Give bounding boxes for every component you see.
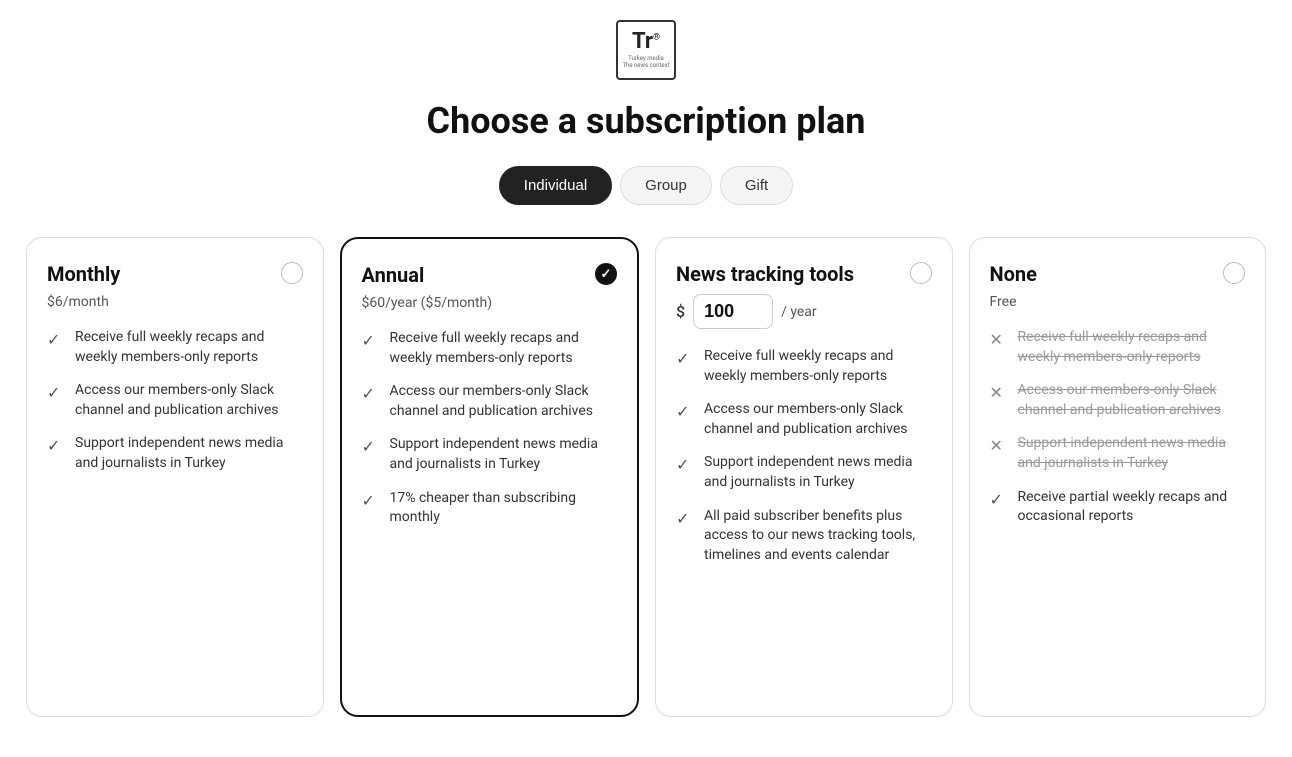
plan-annual-price: $60/year ($5/month) [362,295,618,311]
list-item: ✓ Receive partial weekly recaps and occa… [990,488,1246,527]
list-item: ✕ Access our members-only Slack channel … [990,381,1246,420]
page-title: Choose a subscription plan [427,100,866,142]
tab-gift[interactable]: Gift [720,166,793,205]
list-item: ✓ All paid subscriber benefits plus acce… [676,507,932,566]
list-item: ✓ Access our members-only Slack channel … [362,382,618,421]
feature-text: Access our members-only Slack channel an… [75,381,303,420]
plan-news-tracking-price-input: $ / year [676,294,932,329]
tab-group: Individual Group Gift [499,166,793,205]
feature-text: Receive full weekly recaps and weekly me… [704,347,932,386]
plan-none[interactable]: None Free ✕ Receive full weekly recaps a… [969,237,1267,717]
plan-monthly-price: $6/month [47,294,303,310]
list-item: ✓ 17% cheaper than subscribing monthly [362,489,618,528]
feature-text: Support independent news media and journ… [704,453,932,492]
check-icon: ✓ [990,489,1008,507]
logo-subtitle: Turkey mediaThe news context [622,55,669,69]
check-icon: ✓ [47,329,65,347]
feature-text: Receive full weekly recaps and weekly me… [1018,328,1246,367]
tab-group[interactable]: Group [620,166,712,205]
plan-monthly-header: Monthly [47,262,303,286]
price-period: / year [781,304,817,320]
plan-none-name: None [990,262,1037,286]
feature-text: Receive partial weekly recaps and occasi… [1018,488,1246,527]
check-icon: ✓ [362,490,380,508]
plan-annual-features: ✓ Receive full weekly recaps and weekly … [362,329,618,528]
plan-none-header: None [990,262,1246,286]
plan-annual-name: Annual [362,263,425,287]
logo-text: Tr® [632,31,660,53]
plan-none-radio[interactable] [1223,262,1245,284]
list-item: ✓ Support independent news media and jou… [676,453,932,492]
plan-monthly-radio[interactable] [281,262,303,284]
price-symbol: $ [676,302,685,321]
plan-annual-radio[interactable] [595,263,617,285]
feature-text: Access our members-only Slack channel an… [390,382,618,421]
plan-annual-header: Annual [362,263,618,287]
feature-text: All paid subscriber benefits plus access… [704,507,932,566]
list-item: ✓ Support independent news media and jou… [362,435,618,474]
list-item: ✓ Receive full weekly recaps and weekly … [362,329,618,368]
list-item: ✓ Support independent news media and jou… [47,434,303,473]
check-icon: ✓ [362,436,380,454]
plan-none-price: Free [990,294,1246,310]
feature-text: Access our members-only Slack channel an… [1018,381,1246,420]
check-icon: ✓ [676,348,694,366]
plan-news-tracking-name: News tracking tools [676,262,854,286]
plan-news-tracking-radio[interactable] [910,262,932,284]
plan-news-tracking[interactable]: News tracking tools $ / year ✓ Receive f… [655,237,953,717]
plans-grid: Monthly $6/month ✓ Receive full weekly r… [26,237,1266,717]
check-icon: ✓ [676,454,694,472]
check-icon: ✓ [362,383,380,401]
logo-container: Tr® Turkey mediaThe news context [616,20,676,80]
list-item: ✓ Access our members-only Slack channel … [47,381,303,420]
feature-text: Receive full weekly recaps and weekly me… [390,329,618,368]
x-icon: ✕ [990,382,1008,400]
logo-box: Tr® Turkey mediaThe news context [616,20,676,80]
check-icon: ✓ [47,382,65,400]
feature-text: Receive full weekly recaps and weekly me… [75,328,303,367]
price-input-field[interactable] [693,294,773,329]
plan-monthly-features: ✓ Receive full weekly recaps and weekly … [47,328,303,474]
list-item: ✕ Support independent news media and jou… [990,434,1246,473]
plan-annual[interactable]: Annual $60/year ($5/month) ✓ Receive ful… [340,237,640,717]
check-icon: ✓ [47,435,65,453]
feature-text: Support independent news media and journ… [75,434,303,473]
list-item: ✕ Receive full weekly recaps and weekly … [990,328,1246,367]
feature-text: 17% cheaper than subscribing monthly [390,489,618,528]
plan-news-tracking-features: ✓ Receive full weekly recaps and weekly … [676,347,932,565]
plan-none-features: ✕ Receive full weekly recaps and weekly … [990,328,1246,527]
plan-monthly-name: Monthly [47,262,120,286]
check-icon: ✓ [362,330,380,348]
feature-text: Support independent news media and journ… [1018,434,1246,473]
check-icon: ✓ [676,508,694,526]
x-icon: ✕ [990,435,1008,453]
tab-individual[interactable]: Individual [499,166,612,205]
list-item: ✓ Receive full weekly recaps and weekly … [47,328,303,367]
feature-text: Support independent news media and journ… [390,435,618,474]
list-item: ✓ Receive full weekly recaps and weekly … [676,347,932,386]
plan-news-tracking-header: News tracking tools [676,262,932,286]
plan-monthly[interactable]: Monthly $6/month ✓ Receive full weekly r… [26,237,324,717]
check-icon: ✓ [676,401,694,419]
list-item: ✓ Access our members-only Slack channel … [676,400,932,439]
x-icon: ✕ [990,329,1008,347]
feature-text: Access our members-only Slack channel an… [704,400,932,439]
